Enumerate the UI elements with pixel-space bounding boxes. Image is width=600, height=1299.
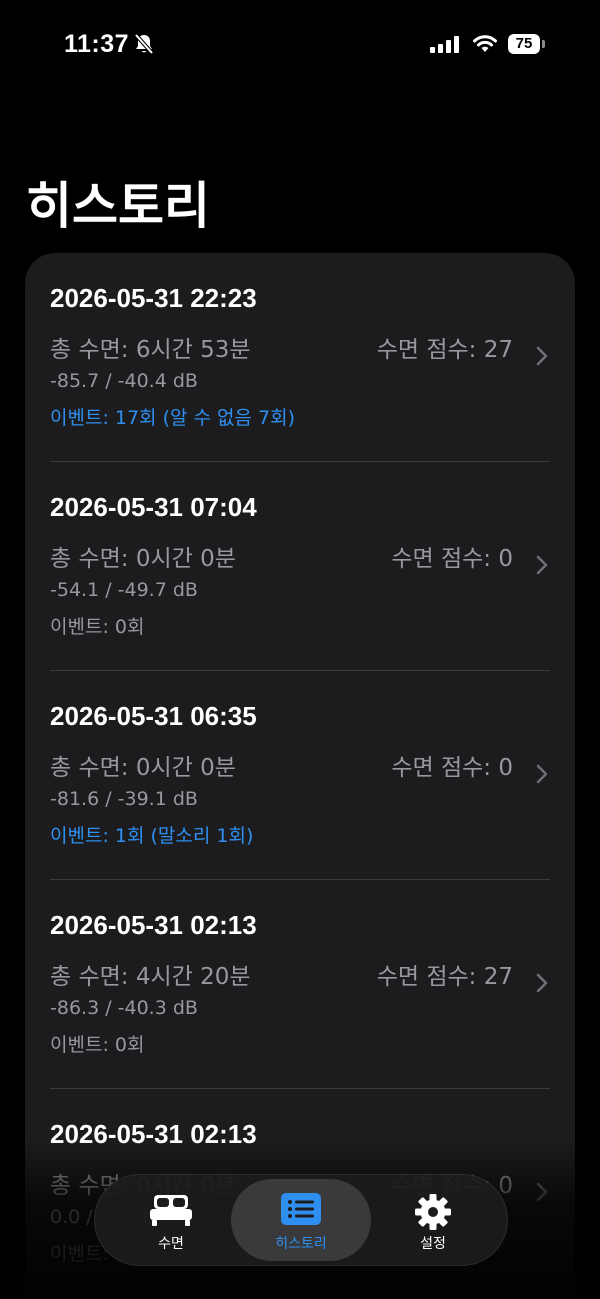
row-date: 2026-05-31 02:13 <box>50 910 257 940</box>
gear-icon <box>414 1193 452 1235</box>
cellular-signal-icon <box>430 36 460 57</box>
row-sleep-score: 수면 점수: 27 <box>376 964 513 990</box>
row-events: 이벤트: 17회 (알 수 없음 7회) <box>50 407 296 429</box>
row-date: 2026-05-31 02:13 <box>50 1119 257 1149</box>
row-sleep-score: 수면 점수: 0 <box>391 755 513 781</box>
tab-label: 설정 <box>420 1236 446 1252</box>
row-decibel-range: -85.7 / -40.4 dB <box>50 370 198 392</box>
row-date: 2026-05-31 07:04 <box>50 492 257 522</box>
tab-settings[interactable]: 설정 <box>363 1179 503 1261</box>
history-row[interactable]: 2026-05-31 22:23 총 수면: 6시간 53분 수면 점수: 27… <box>25 253 575 462</box>
row-events: 이벤트: 1회 (말소리 1회) <box>50 825 254 847</box>
chevron-right-icon <box>535 972 549 998</box>
history-row[interactable]: 2026-05-31 07:04 총 수면: 0시간 0분 수면 점수: 0 -… <box>25 462 575 671</box>
row-date: 2026-05-31 06:35 <box>50 701 257 731</box>
bell-off-icon <box>134 33 154 59</box>
row-events: 이벤트: 0회 <box>50 616 145 638</box>
list-icon <box>281 1193 321 1229</box>
row-decibel-range: -81.6 / -39.1 dB <box>50 788 198 810</box>
history-list: 2026-05-31 22:23 총 수면: 6시간 53분 수면 점수: 27… <box>25 253 575 1299</box>
row-total-sleep: 총 수면: 0시간 0분 <box>50 546 236 572</box>
row-date: 2026-05-31 22:23 <box>50 283 257 313</box>
row-decibel-range: -86.3 / -40.3 dB <box>50 997 198 1019</box>
bed-icon <box>148 1193 194 1231</box>
tab-label: 수면 <box>158 1236 184 1252</box>
page-title: 히스토리 <box>26 177 210 235</box>
row-sleep-score: 수면 점수: 27 <box>376 337 513 363</box>
row-events: 이벤트: 0회 <box>50 1034 145 1056</box>
row-total-sleep: 총 수면: 0시간 0분 <box>50 755 236 781</box>
chevron-right-icon <box>535 1181 549 1207</box>
chevron-right-icon <box>535 345 549 371</box>
history-row[interactable]: 2026-05-31 02:13 총 수면: 4시간 20분 수면 점수: 27… <box>25 880 575 1089</box>
row-sleep-score: 수면 점수: 0 <box>391 546 513 572</box>
status-bar: 11:37 75 <box>0 0 600 90</box>
tab-label: 히스토리 <box>275 1236 327 1252</box>
row-total-sleep: 총 수면: 4시간 20분 <box>50 964 251 990</box>
tab-history[interactable]: 히스토리 <box>231 1179 371 1261</box>
chevron-right-icon <box>535 554 549 580</box>
row-total-sleep: 총 수면: 6시간 53분 <box>50 337 251 363</box>
chevron-right-icon <box>535 763 549 789</box>
history-row[interactable]: 2026-05-31 06:35 총 수면: 0시간 0분 수면 점수: 0 -… <box>25 671 575 880</box>
battery-cap <box>542 40 545 48</box>
wifi-icon <box>472 34 498 58</box>
tab-sleep[interactable]: 수면 <box>101 1179 241 1261</box>
row-decibel-range: -54.1 / -49.7 dB <box>50 579 198 601</box>
tab-bar: 수면 히스토리 설정 <box>94 1174 508 1266</box>
battery-indicator: 75 <box>508 34 540 54</box>
status-time: 11:37 <box>64 30 130 58</box>
